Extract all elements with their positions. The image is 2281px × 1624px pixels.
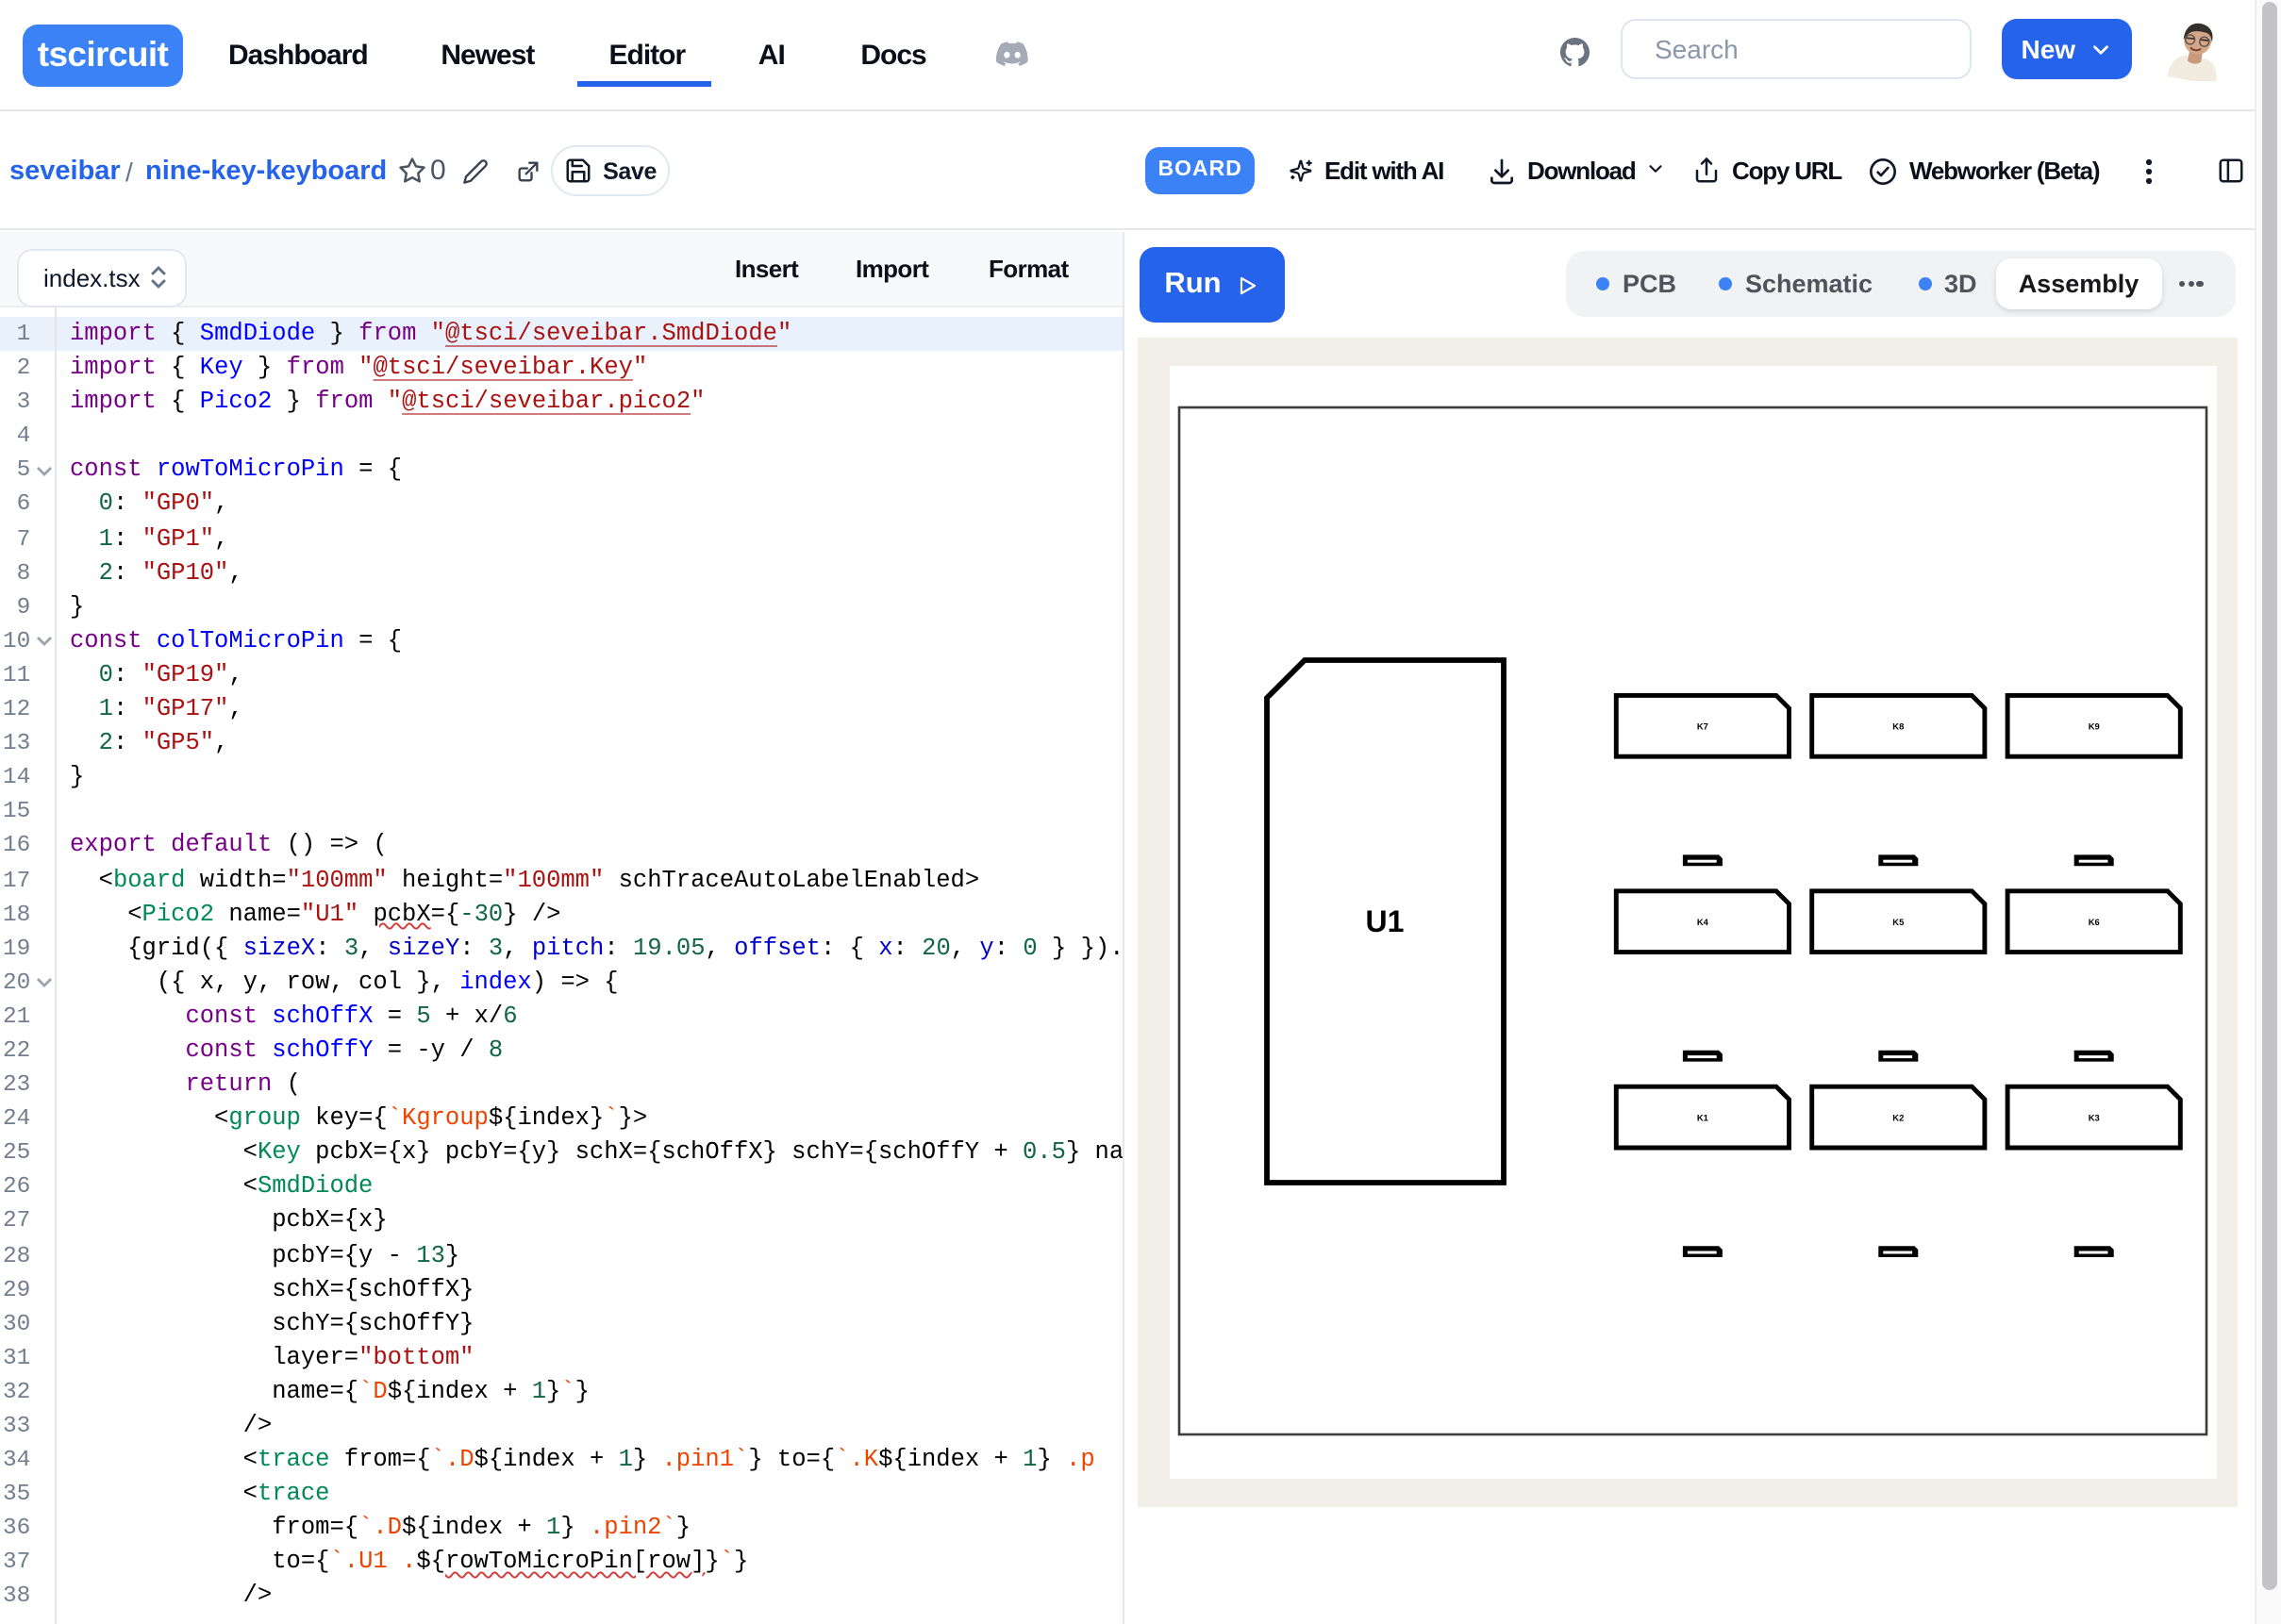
svg-text:K1: K1: [1696, 1112, 1707, 1122]
svg-text:U1: U1: [1365, 904, 1404, 938]
svg-text:K9: K9: [2088, 721, 2099, 732]
svg-text:K6: K6: [2088, 917, 2099, 927]
svg-text:K7: K7: [1696, 721, 1707, 732]
svg-text:K5: K5: [1891, 917, 1903, 927]
svg-text:K8: K8: [1891, 721, 1903, 732]
svg-text:K2: K2: [1891, 1112, 1903, 1122]
svg-text:K4: K4: [1696, 917, 1708, 927]
svg-text:K3: K3: [2088, 1112, 2099, 1122]
